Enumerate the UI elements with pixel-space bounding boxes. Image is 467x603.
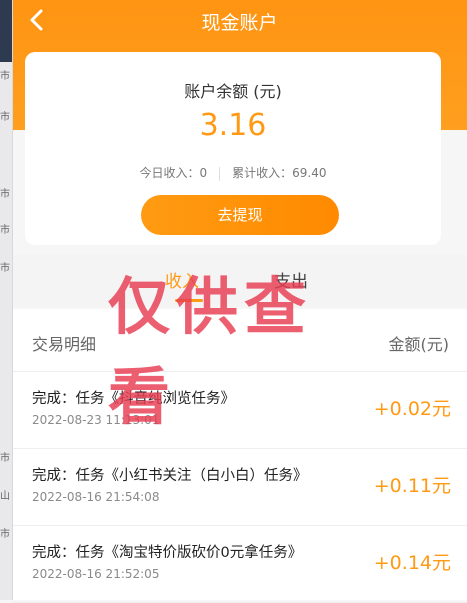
transaction-amount: +0.14元 xyxy=(373,552,451,574)
balance-label: 账户余额 (元) xyxy=(184,82,282,101)
background-window-edge: 市 市 市 市 市 市 山 市 xyxy=(0,0,13,600)
background-label: 市 xyxy=(0,71,10,82)
transaction-description: 完成：任务《小红书关注（白小白）任务》 xyxy=(32,468,308,484)
background-label: 市 xyxy=(0,225,10,236)
withdraw-button[interactable]: 去提现 xyxy=(141,195,339,235)
transaction-time: 2022-08-16 21:54:08 xyxy=(32,490,160,504)
background-label: 市 xyxy=(0,189,10,200)
list-item[interactable]: 完成：任务《淘宝特价版砍价0元拿任务》 2022-08-16 21:52:05 … xyxy=(12,526,467,603)
today-income: 今日收入：0 xyxy=(139,166,208,180)
background-label: 山 xyxy=(0,491,10,502)
background-label: 市 xyxy=(0,529,10,540)
transaction-description: 完成：任务《淘宝特价版砍价0元拿任务》 xyxy=(32,545,303,561)
watermark-text: 仅供查看 xyxy=(108,270,313,433)
balance-amount: 3.16 xyxy=(199,108,267,143)
total-income: 累计收入：69.40 xyxy=(232,166,327,180)
transaction-amount: +0.02元 xyxy=(373,398,451,420)
stats-divider xyxy=(219,166,221,181)
balance-card: 账户余额 (元) 3.16 今日收入：0 累计收入：69.40 去提现 xyxy=(25,52,441,245)
transaction-amount: +0.11元 xyxy=(373,475,451,497)
background-label: 市 xyxy=(0,263,10,274)
list-item[interactable]: 完成：任务《小红书关注（白小白）任务》 2022-08-16 21:54:08 … xyxy=(12,449,467,526)
list-header-amount: 金额(元) xyxy=(388,335,450,354)
transaction-time: 2022-08-16 21:52:05 xyxy=(32,567,160,581)
background-window-titlebar xyxy=(0,0,12,62)
page-title: 现金账户 xyxy=(201,12,278,34)
background-label: 市 xyxy=(0,453,10,464)
income-stats: 今日收入：0 累计收入：69.40 xyxy=(25,164,441,181)
list-header-details: 交易明细 xyxy=(32,335,97,354)
background-label: 市 xyxy=(0,112,10,123)
